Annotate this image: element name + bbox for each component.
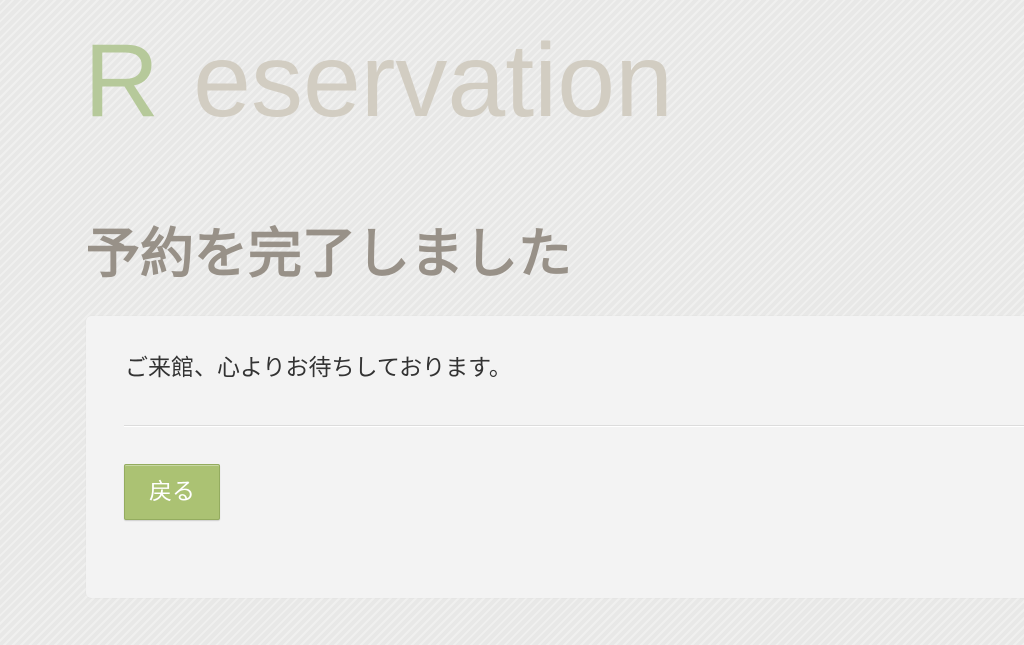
confirmation-message: ご来館、心よりお待ちしております。 — [125, 355, 512, 381]
confirmation-panel: ご来館、心よりお待ちしております。 戻る — [86, 316, 1024, 598]
logo-text: eservation — [193, 23, 673, 139]
logo-initial: R — [84, 23, 160, 139]
back-button[interactable]: 戻る — [124, 464, 220, 520]
site-logo: R eservation — [84, 26, 673, 136]
page-title: 予約を完了しました — [86, 222, 572, 285]
divider — [124, 425, 1024, 427]
